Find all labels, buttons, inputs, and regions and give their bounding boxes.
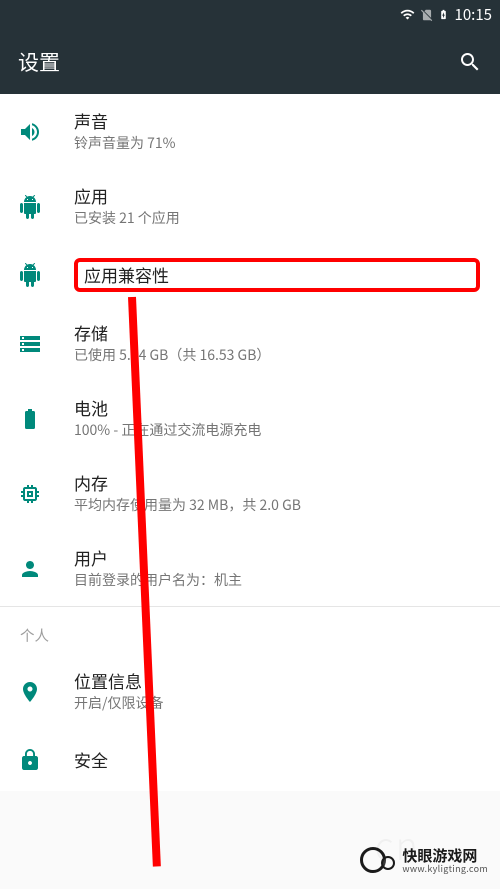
item-subtitle: 目前登录的用户名为：机主 bbox=[74, 571, 480, 589]
android-icon bbox=[18, 195, 42, 219]
settings-item-memory[interactable]: 内存 平均内存使用量为 32 MB，共 2.0 GB bbox=[0, 456, 500, 531]
watermark-bg: cn bbox=[375, 816, 420, 871]
item-title: 安全 bbox=[74, 749, 480, 771]
lock-icon bbox=[18, 748, 42, 772]
battery-icon bbox=[18, 407, 42, 431]
memory-icon bbox=[18, 482, 42, 506]
volume-icon bbox=[18, 120, 42, 144]
item-subtitle: 开启/仅限设备 bbox=[74, 694, 480, 712]
settings-item-storage[interactable]: 存储 已使用 5.04 GB（共 16.53 GB） bbox=[0, 306, 500, 381]
watermark: 快眼游戏网 www.kyligting.com bbox=[360, 843, 488, 879]
app-bar: 设置 bbox=[0, 29, 500, 94]
status-bar: 10:15 bbox=[0, 0, 500, 29]
watermark-logo-icon bbox=[360, 843, 396, 879]
item-title: 存储 bbox=[74, 322, 480, 344]
status-time: 10:15 bbox=[455, 4, 492, 25]
highlight-annotation: 应用兼容性 bbox=[74, 258, 480, 292]
person-icon bbox=[18, 557, 42, 581]
no-sim-icon bbox=[420, 7, 434, 23]
item-subtitle: 已安装 21 个应用 bbox=[74, 209, 480, 227]
settings-item-location[interactable]: 位置信息 开启/仅限设备 bbox=[0, 654, 500, 729]
settings-item-security[interactable]: 安全 bbox=[0, 729, 500, 791]
wifi-icon bbox=[399, 7, 416, 22]
item-title: 用户 bbox=[74, 547, 480, 569]
page-title: 设置 bbox=[18, 47, 60, 77]
settings-item-apps[interactable]: 应用 已安装 21 个应用 bbox=[0, 169, 500, 244]
search-icon[interactable] bbox=[458, 50, 482, 74]
battery-charging-icon bbox=[438, 6, 449, 23]
settings-item-sound[interactable]: 声音 铃声音量为 71% bbox=[0, 94, 500, 169]
item-title: 内存 bbox=[74, 472, 480, 494]
item-subtitle: 100% - 正在通过交流电源充电 bbox=[74, 421, 480, 439]
watermark-url: www.kyligting.com bbox=[402, 864, 488, 874]
settings-list: 声音 铃声音量为 71% 应用 已安装 21 个应用 应用兼容性 存储 已使用 … bbox=[0, 94, 500, 791]
watermark-title: 快眼游戏网 bbox=[402, 848, 488, 865]
item-title: 位置信息 bbox=[74, 670, 480, 692]
item-title: 应用 bbox=[74, 185, 480, 207]
settings-item-battery[interactable]: 电池 100% - 正在通过交流电源充电 bbox=[0, 381, 500, 456]
item-subtitle: 铃声音量为 71% bbox=[74, 134, 480, 152]
item-title: 声音 bbox=[74, 110, 480, 132]
location-icon bbox=[18, 680, 42, 704]
android-icon bbox=[18, 263, 42, 287]
item-title: 应用兼容性 bbox=[84, 262, 169, 287]
item-title: 电池 bbox=[74, 397, 480, 419]
item-subtitle: 已使用 5.04 GB（共 16.53 GB） bbox=[74, 346, 480, 364]
settings-item-users[interactable]: 用户 目前登录的用户名为：机主 bbox=[0, 531, 500, 606]
storage-icon bbox=[18, 332, 42, 356]
settings-item-app-compat[interactable]: 应用兼容性 bbox=[0, 244, 500, 306]
category-personal: 个人 bbox=[0, 606, 500, 654]
item-subtitle: 平均内存使用量为 32 MB，共 2.0 GB bbox=[74, 496, 480, 514]
